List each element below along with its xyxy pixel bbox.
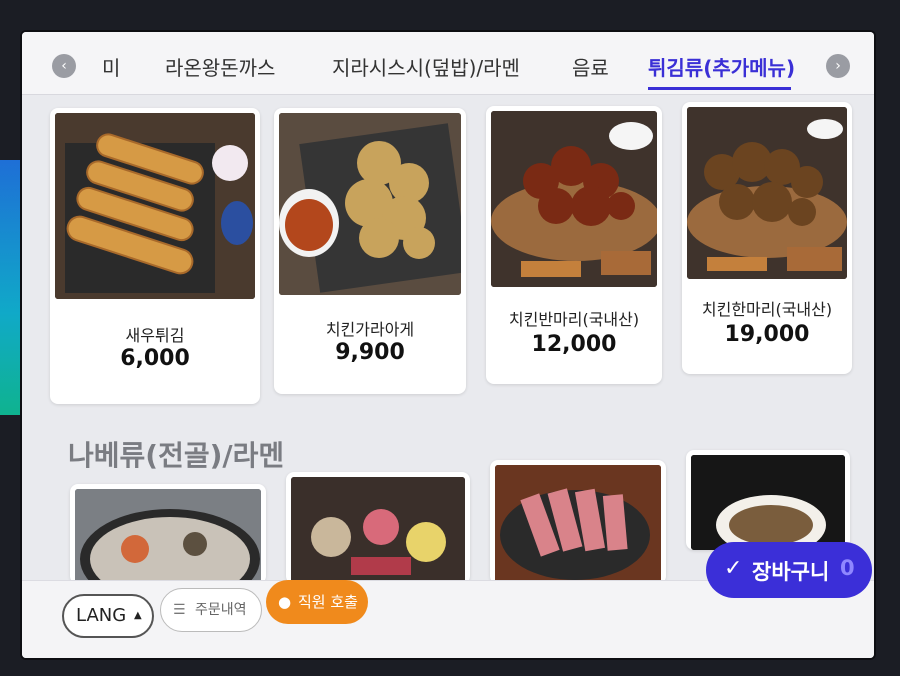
menu-item-name: 치킨반마리(국내산) xyxy=(508,310,640,329)
person-icon: ● xyxy=(278,593,292,611)
chevron-right-icon[interactable]: › xyxy=(826,54,850,78)
ramen-photo xyxy=(691,455,845,550)
menu-card[interactable] xyxy=(70,484,266,584)
menu-item-price: 9,900 xyxy=(335,340,405,365)
tab-category-4[interactable]: 음료 xyxy=(572,52,609,81)
tab-category-2[interactable]: 라온왕돈까스 xyxy=(165,52,275,81)
menu-item-price: 12,000 xyxy=(531,332,617,357)
seafood-nabe-photo xyxy=(75,489,261,584)
order-history-label: 주문내역 xyxy=(195,602,247,618)
menu-item-price: 19,000 xyxy=(724,322,810,347)
menu-card[interactable]: 치킨한마리(국내산) 19,000 xyxy=(682,102,852,374)
cart-count-badge: 0 xyxy=(840,556,855,580)
shrimp-photo xyxy=(55,113,255,299)
kiosk-screen: ‹ 미 라온왕돈까스 지라시스시(덮밥)/라멘 음료 튀김류(추가메뉴) › 새… xyxy=(22,32,874,658)
section-title: 나베류(전골)/라멘 xyxy=(68,439,285,472)
order-history-button[interactable]: ☰ 주문내역 xyxy=(160,588,262,632)
caret-up-icon: ▲ xyxy=(134,610,142,621)
half-chicken-photo xyxy=(491,111,657,287)
list-icon: ☰ xyxy=(173,602,186,618)
cart-label: 장바구니 xyxy=(752,560,830,584)
menu-card[interactable]: 치킨반마리(국내산) 12,000 xyxy=(486,106,662,384)
staff-call-button[interactable]: ● 직원 호출 xyxy=(266,580,368,624)
nabe-platter-photo xyxy=(291,477,465,584)
cart-button[interactable]: ✓ 장바구니 0 xyxy=(706,542,872,598)
tab-category-3[interactable]: 지라시스시(덮밥)/라멘 xyxy=(332,52,520,81)
language-label: LANG xyxy=(76,605,127,626)
whole-chicken-photo xyxy=(687,107,847,279)
menu-item-name: 치킨한마리(국내산) xyxy=(701,300,833,319)
menu-card[interactable]: 치킨가라아게 9,900 xyxy=(274,108,466,394)
language-button[interactable]: LANG ▲ xyxy=(62,594,154,638)
menu-card[interactable] xyxy=(286,472,470,584)
menu-card[interactable] xyxy=(490,460,666,584)
active-tab-indicator xyxy=(648,87,791,90)
menu-item-name: 새우튀김 xyxy=(125,326,185,345)
category-tab-bar: ‹ 미 라온왕돈까스 지라시스시(덮밥)/라멘 음료 튀김류(추가메뉴) › xyxy=(22,32,874,95)
chevron-left-icon[interactable]: ‹ xyxy=(52,54,76,78)
menu-item-price: 6,000 xyxy=(120,346,190,371)
menu-card[interactable]: 새우튀김 6,000 xyxy=(50,108,260,404)
tab-category-5[interactable]: 튀김류(추가메뉴) xyxy=(648,52,795,81)
menu-item-name: 치킨가라아게 xyxy=(325,320,415,339)
menu-card[interactable] xyxy=(686,450,850,550)
karaage-photo xyxy=(279,113,461,295)
meat-nabe-photo xyxy=(495,465,661,584)
staff-call-label: 직원 호출 xyxy=(298,593,358,611)
tab-category-1[interactable]: 미 xyxy=(102,52,120,81)
check-icon: ✓ xyxy=(724,556,743,581)
